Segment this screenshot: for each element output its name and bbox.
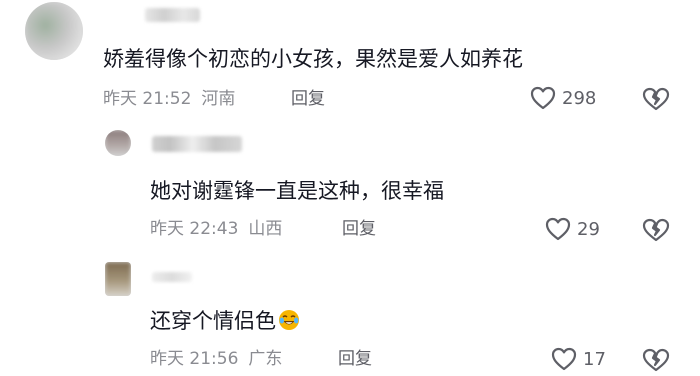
- username[interactable]: [152, 136, 242, 152]
- reply-button[interactable]: 回复: [342, 218, 376, 240]
- comment-text: 她对谢霆锋一直是这种，很幸福: [150, 179, 444, 203]
- broken-heart-icon: [642, 218, 670, 242]
- username[interactable]: [152, 272, 192, 282]
- like-button[interactable]: 17: [551, 347, 606, 371]
- dislike-button[interactable]: [642, 87, 670, 115]
- comment-meta: 昨天 22:43 山西: [150, 218, 282, 240]
- avatar[interactable]: [25, 2, 83, 60]
- comment-item: 娇羞得像个初恋的小女孩，果然是爱人如养花 昨天 21:52 河南 回复 298: [0, 0, 700, 120]
- broken-heart-icon: [642, 87, 670, 111]
- comment-time: 昨天 21:52: [103, 89, 192, 109]
- dislike-button[interactable]: [642, 348, 670, 376]
- comment-location: 河南: [201, 89, 236, 109]
- crying-laughing-emoji: [279, 310, 299, 330]
- comment-time: 昨天 21:56: [150, 349, 239, 369]
- like-count: 17: [583, 348, 606, 370]
- like-button[interactable]: 298: [530, 86, 596, 110]
- reply-button[interactable]: 回复: [291, 88, 325, 110]
- comment-location: 山西: [248, 219, 283, 239]
- reply-comment-item: 还穿个情侣色 昨天 21:56 广东 回复 17: [0, 250, 700, 376]
- like-button[interactable]: 29: [545, 217, 600, 241]
- reply-button[interactable]: 回复: [338, 348, 372, 370]
- like-count: 29: [577, 218, 600, 240]
- like-count: 298: [562, 87, 597, 109]
- comment-meta: 昨天 21:52 河南: [103, 88, 235, 110]
- avatar[interactable]: [105, 130, 131, 156]
- comment-time: 昨天 22:43: [150, 219, 239, 239]
- comment-text: 娇羞得像个初恋的小女孩，果然是爱人如养花: [103, 47, 523, 71]
- reply-comment-item: 她对谢霆锋一直是这种，很幸福 昨天 22:43 山西 回复 29: [0, 120, 700, 250]
- heart-outline-icon: [551, 347, 577, 371]
- dislike-button[interactable]: [642, 218, 670, 246]
- comment-list: 娇羞得像个初恋的小女孩，果然是爱人如养花 昨天 21:52 河南 回复 298 她…: [0, 0, 700, 376]
- comment-location: 广东: [248, 349, 283, 369]
- heart-outline-icon: [545, 217, 571, 241]
- heart-outline-icon: [530, 86, 556, 110]
- broken-heart-icon: [642, 348, 670, 372]
- comment-text: 还穿个情侣色: [150, 308, 300, 334]
- comment-meta: 昨天 21:56 广东: [150, 348, 282, 370]
- username[interactable]: [145, 8, 200, 22]
- avatar[interactable]: [105, 262, 131, 296]
- comment-text-content: 还穿个情侣色: [150, 309, 276, 333]
